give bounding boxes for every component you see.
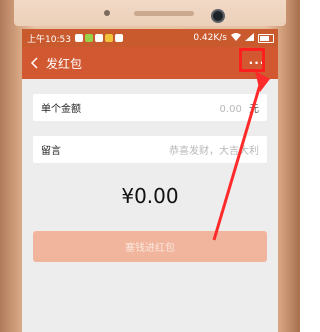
annotation-arrow (212, 71, 270, 241)
phone-frame: 上午10:53 0.42K/s 发红包 ··· 单个金额 0.00 留言 恭喜发… (0, 0, 300, 332)
